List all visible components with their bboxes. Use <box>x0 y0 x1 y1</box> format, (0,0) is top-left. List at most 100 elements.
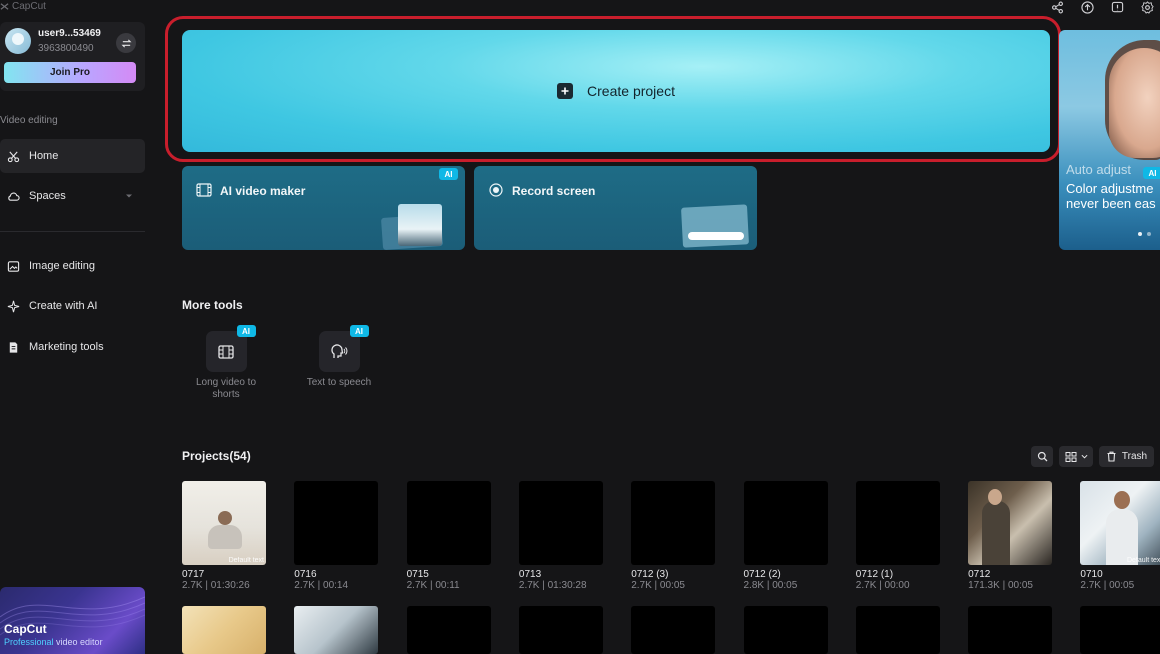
chevron-down-icon[interactable] <box>125 192 133 200</box>
thumbnail-figure <box>218 511 232 525</box>
brand-name: CapCut <box>12 0 46 12</box>
project-card[interactable]: Default text 0717 2.7K | 01:30:26 <box>182 481 266 591</box>
project-meta: 2.7K | 00:05 <box>1080 580 1135 591</box>
thumbnail-overlay-text: Default text <box>228 557 264 564</box>
chevron-down-icon <box>1081 454 1087 459</box>
project-card[interactable] <box>406 606 491 654</box>
project-card[interactable] <box>1080 606 1160 654</box>
sidebar-item-label: Spaces <box>29 190 66 202</box>
feature-banner[interactable]: AI Auto adjust Color adjustme never been … <box>1059 30 1160 250</box>
project-meta: 2.7K | 01:30:28 <box>518 580 587 591</box>
thumbnail-figure-head <box>988 489 1003 505</box>
more-tools-heading: More tools <box>182 298 243 312</box>
project-thumbnail[interactable] <box>182 606 266 654</box>
projects-heading: Projects(54) <box>182 449 251 463</box>
join-pro-button[interactable]: Join Pro <box>4 62 136 83</box>
user-name: user9...53469 <box>38 28 101 39</box>
tool-long-video-to-shorts[interactable]: AI Long video to shorts <box>181 325 271 401</box>
project-thumbnail[interactable]: Default text <box>182 481 266 565</box>
project-card[interactable] <box>518 606 603 654</box>
project-thumbnail[interactable] <box>855 606 940 654</box>
thumbnail-figure <box>982 501 1011 565</box>
project-card[interactable] <box>294 606 379 654</box>
sidebar-item-spaces[interactable]: Spaces <box>0 179 145 213</box>
project-thumbnail[interactable] <box>631 606 716 654</box>
sidebar-item-create-with-ai[interactable]: Create with AI <box>0 289 145 323</box>
tool-icon-tile[interactable]: AI <box>205 325 256 372</box>
project-thumbnail[interactable] <box>968 606 1053 654</box>
project-card[interactable]: 0712 (3) 2.7K | 00:05 <box>631 481 716 591</box>
tool-text-to-speech[interactable]: AI Text to speech <box>294 325 384 389</box>
sidebar-item-image-editing[interactable]: Image editing <box>0 249 145 283</box>
tool-label: Text to speech <box>306 377 372 388</box>
upload-icon[interactable] <box>1080 0 1094 14</box>
project-search-button[interactable] <box>1031 446 1053 467</box>
promo-subtitle: Professional video editor <box>4 637 103 647</box>
project-meta: 171.3K | 00:05 <box>968 580 1033 591</box>
trash-button[interactable]: Trash <box>1099 446 1154 467</box>
project-card[interactable]: Default text 0710 2.7K | 00:05 <box>1080 481 1160 591</box>
promo-subtitle-highlight: Professional <box>4 637 54 647</box>
share-icon[interactable] <box>1050 0 1064 14</box>
project-thumbnail[interactable] <box>631 481 716 565</box>
preview-recording-bar <box>688 232 744 240</box>
project-card[interactable]: 0713 2.7K | 01:30:28 <box>518 481 603 591</box>
project-meta: 2.7K | 00:00 <box>855 580 910 591</box>
grid-view-icon <box>1065 451 1076 462</box>
avatar[interactable] <box>5 28 31 54</box>
project-meta: 2.7K | 00:14 <box>294 580 349 591</box>
promo-title: CapCut <box>4 622 47 636</box>
project-thumbnail[interactable] <box>968 481 1053 565</box>
carousel-dot[interactable] <box>1147 232 1151 236</box>
preview-thumbnail <box>680 204 750 248</box>
project-thumbnail[interactable] <box>294 606 379 654</box>
sidebar-divider <box>0 231 145 232</box>
project-thumbnail[interactable] <box>518 481 603 565</box>
project-meta: 2.7K | 01:30:26 <box>182 580 250 591</box>
switch-account-button[interactable] <box>116 33 136 53</box>
record-screen-card[interactable]: Record screen <box>474 166 757 250</box>
project-thumbnail[interactable] <box>743 606 828 654</box>
project-name: 0712 (3) <box>631 569 669 580</box>
sidebar-item-home[interactable]: Home <box>0 139 145 173</box>
project-name: 0712 (1) <box>855 569 894 580</box>
project-card[interactable]: 0715 2.7K | 00:11 <box>406 481 491 591</box>
feedback-icon[interactable] <box>1110 0 1124 14</box>
project-thumbnail[interactable] <box>518 606 603 654</box>
project-thumbnail[interactable] <box>406 606 491 654</box>
thumbnail-figure-body <box>208 525 242 549</box>
project-card[interactable]: 0712 (2) 2.8K | 00:05 <box>743 481 828 591</box>
project-thumbnail[interactable] <box>406 481 491 565</box>
tool-label: Long video to shorts <box>195 377 257 400</box>
settings-icon[interactable] <box>1140 0 1154 14</box>
project-card[interactable] <box>743 606 828 654</box>
project-thumbnail[interactable]: Default text <box>1080 481 1160 565</box>
project-card[interactable]: 0712 (1) 2.7K | 00:00 <box>855 481 940 591</box>
project-card[interactable]: 0716 2.7K | 00:14 <box>294 481 379 591</box>
sidebar-item-marketing-tools[interactable]: Marketing tools <box>0 330 145 364</box>
project-card[interactable] <box>631 606 716 654</box>
ai-video-maker-card[interactable]: AI video maker AI <box>182 166 465 250</box>
project-card[interactable] <box>855 606 940 654</box>
ai-badge: AI <box>349 325 369 337</box>
capcut-logo-icon <box>0 2 9 10</box>
tool-icon-tile[interactable]: AI <box>318 325 369 372</box>
view-mode-dropdown[interactable] <box>1059 446 1093 467</box>
banner-photo <box>1109 48 1160 158</box>
project-card[interactable] <box>968 606 1053 654</box>
capcut-pro-promo[interactable]: CapCut Professional video editor <box>0 587 145 654</box>
carousel-dot[interactable] <box>1138 232 1142 236</box>
carousel-dots[interactable] <box>1138 232 1151 236</box>
project-thumbnail[interactable] <box>294 481 379 565</box>
project-thumbnail[interactable] <box>743 481 828 565</box>
project-card[interactable] <box>182 606 266 654</box>
project-name: 0717 <box>182 569 205 580</box>
create-project-label: Create project <box>587 83 675 99</box>
project-card[interactable]: 0712 171.3K | 00:05 <box>968 481 1053 591</box>
swap-icon <box>121 38 131 48</box>
create-project-button[interactable]: Create project <box>182 30 1050 152</box>
project-thumbnail[interactable] <box>855 481 940 565</box>
banner-headline-line1: Color adjustme <box>1066 181 1154 196</box>
brand-logo: CapCut <box>0 0 46 12</box>
project-thumbnail[interactable] <box>1080 606 1160 654</box>
